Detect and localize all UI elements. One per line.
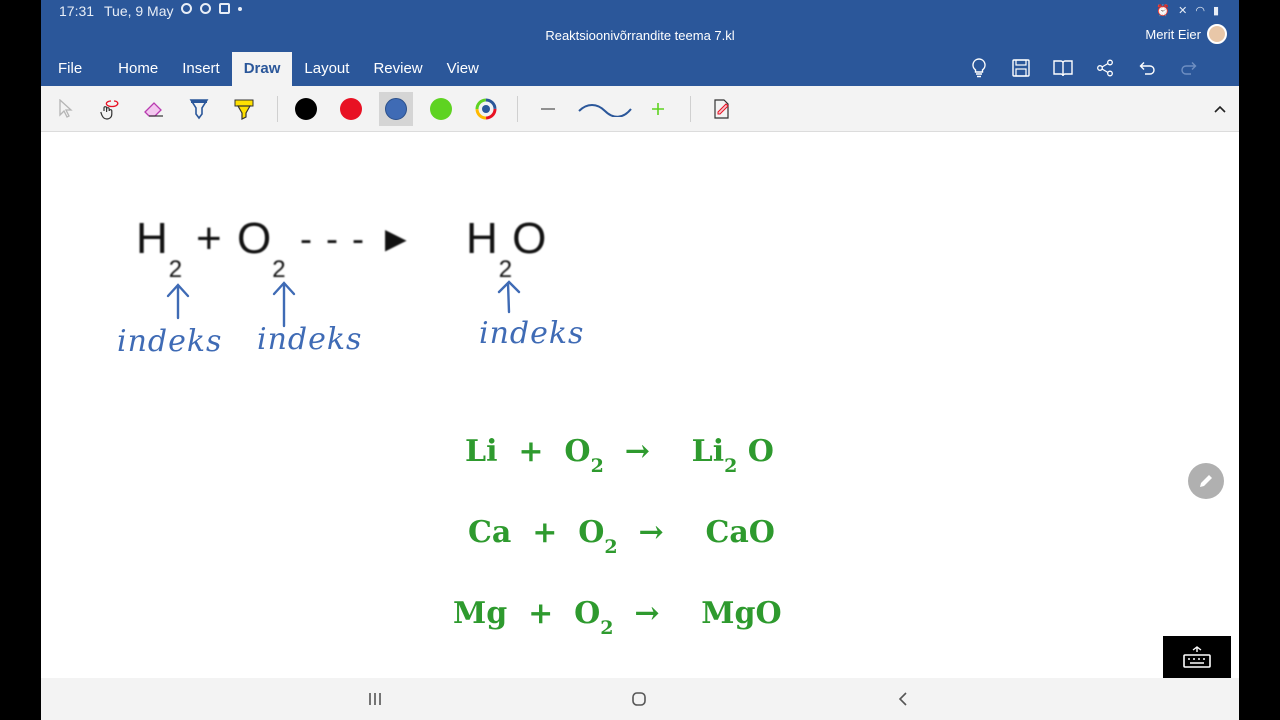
pen-color-black[interactable] — [289, 92, 323, 126]
tab-layout[interactable]: Layout — [292, 52, 361, 86]
lightbulb-icon[interactable] — [969, 58, 989, 78]
tab-review[interactable]: Review — [361, 52, 434, 86]
reaction-ca: Ca + O2 → CaO — [468, 515, 775, 558]
record-icon — [181, 3, 192, 14]
status-time: 17:31 — [59, 3, 95, 19]
notification-icons — [181, 3, 242, 14]
document-title: Reaktsioonivõrrandite teema 7.kl — [545, 28, 735, 43]
eraser-icon[interactable] — [137, 92, 171, 126]
ink-arrows — [166, 280, 521, 328]
edit-pencil-button[interactable] — [1188, 463, 1224, 499]
reaction-li: Li + O2 → Li2 O — [465, 434, 774, 477]
more-colors-icon[interactable] — [469, 92, 503, 126]
ink-label-indeks-2: indeks — [257, 322, 363, 357]
redo-icon[interactable] — [1179, 58, 1199, 78]
collapse-ribbon-icon[interactable] — [1203, 92, 1237, 126]
user-account[interactable]: Merit Eier — [1145, 24, 1227, 44]
save-icon[interactable] — [1011, 58, 1031, 78]
play-icon — [200, 3, 211, 14]
swatch-green — [430, 98, 452, 120]
tab-insert[interactable]: Insert — [170, 52, 232, 86]
ink-label-indeks-1: indeks — [117, 324, 223, 359]
thicker-icon[interactable] — [641, 92, 675, 126]
app-icon — [219, 3, 230, 14]
reaction-mg: Mg + O2 → MgO — [453, 596, 782, 639]
keyboard-icon — [1183, 646, 1211, 668]
mute-icon: ✕ — [1178, 5, 1188, 17]
ink-arrow-2 — [272, 281, 296, 328]
stroke-preview[interactable] — [575, 92, 635, 126]
ink-arrow-1 — [166, 283, 190, 320]
lasso-icon[interactable] — [93, 92, 127, 126]
user-name: Merit Eier — [1145, 26, 1201, 42]
pencil-icon — [1200, 475, 1212, 487]
undo-icon[interactable] — [1137, 58, 1157, 78]
highlighter-icon[interactable] — [227, 92, 261, 126]
share-icon[interactable] — [1095, 58, 1115, 78]
draw-toolbar — [41, 86, 1239, 132]
swatch-blue — [385, 98, 407, 120]
wifi-icon: ◠ — [1195, 5, 1205, 17]
select-icon[interactable] — [49, 92, 83, 126]
pen-color-green[interactable] — [424, 92, 458, 126]
home-icon[interactable] — [627, 688, 651, 710]
pen-color-red[interactable] — [334, 92, 368, 126]
tab-draw[interactable]: Draw — [231, 52, 293, 86]
pen-color-blue[interactable] — [379, 92, 413, 126]
toolbar-divider — [517, 96, 518, 122]
back-icon[interactable] — [891, 688, 915, 710]
alarm-icon: ⏰ — [1156, 5, 1171, 17]
tab-file[interactable]: File — [41, 52, 106, 86]
ribbon-actions — [969, 58, 1199, 78]
status-date: Tue, 9 May — [104, 3, 174, 19]
ink-arrow-3 — [497, 280, 521, 314]
toolbar-divider — [277, 96, 278, 122]
recent-apps-icon[interactable] — [363, 688, 387, 710]
thinner-icon[interactable] — [531, 92, 565, 126]
avatar[interactable] — [1207, 24, 1227, 44]
swatch-red — [340, 98, 362, 120]
ink-to-shape-icon[interactable] — [705, 92, 739, 126]
note-canvas[interactable]: H2 + O2 - - - ► H2O indeks indeks indeks… — [41, 132, 1239, 678]
tab-home[interactable]: Home — [106, 52, 170, 86]
toolbar-divider — [690, 96, 691, 122]
swatch-black — [295, 98, 317, 120]
more-dot-icon — [238, 6, 242, 11]
battery-icon: ▮ — [1212, 5, 1219, 17]
pen-icon[interactable] — [182, 92, 216, 126]
app-frame: 17:31 Tue, 9 May ⏰ ✕ ◠ ▮ Reaktsioonivõrr… — [41, 0, 1239, 720]
reading-view-icon[interactable] — [1053, 58, 1073, 78]
system-icons: ⏰ ✕ ◠ ▮ — [1156, 4, 1219, 17]
title-bar: 17:31 Tue, 9 May ⏰ ✕ ◠ ▮ Reaktsioonivõrr… — [41, 0, 1239, 86]
android-nav-bar — [41, 678, 1239, 720]
tab-view[interactable]: View — [435, 52, 491, 86]
ink-label-indeks-3: indeks — [479, 316, 585, 351]
ribbon-tabs: File Home Insert Draw Layout Review View — [41, 52, 491, 86]
keyboard-button[interactable] — [1163, 636, 1231, 678]
status-bar: 17:31 Tue, 9 May ⏰ ✕ ◠ ▮ — [41, 0, 1239, 22]
